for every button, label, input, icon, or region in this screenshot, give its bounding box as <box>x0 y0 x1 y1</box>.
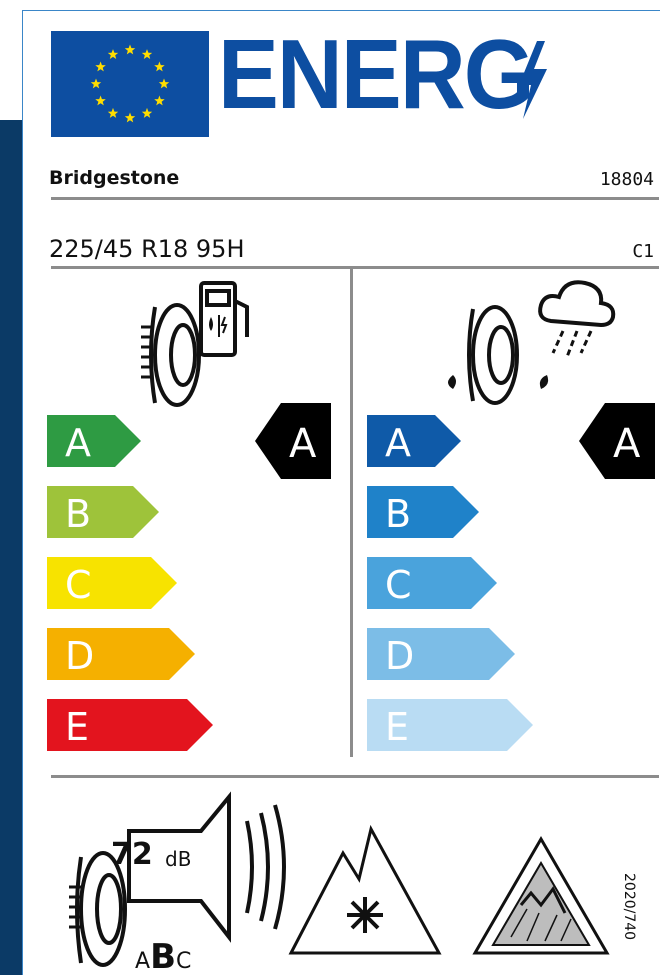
wet-grip-rating-letter: A <box>613 421 641 467</box>
fuel-class-c-label: C <box>65 563 92 607</box>
wet-grip-class-a-label: A <box>385 421 411 465</box>
snow-grip-icon <box>288 824 442 955</box>
noise-class-scale: ABC <box>135 937 191 977</box>
regulation-reference: 2020/740 <box>621 873 637 941</box>
fuel-rating-badge: A <box>255 403 331 479</box>
wet-grip-class-e-arrow: E <box>367 699 533 751</box>
supplier-name: Bridgestone <box>49 167 180 189</box>
noise-value: 72 <box>111 837 153 872</box>
type-identifier: 18804 <box>599 169 654 190</box>
eu-flag-icon <box>51 31 209 137</box>
wet-grip-class-b-arrow: B <box>367 486 479 538</box>
tyre-energy-label: ENERG Bridgestone 18804 225/45 R18 95H C… <box>22 10 660 977</box>
ice-grip-icon <box>472 836 610 955</box>
wet-grip-class-d-label: D <box>385 634 414 678</box>
lightning-bolt-icon <box>519 41 547 119</box>
noise-class-b: B <box>150 937 176 977</box>
fuel-class-d-label: D <box>65 634 94 678</box>
wet-grip-class-c-arrow: C <box>367 557 497 609</box>
fuel-efficiency-icon <box>141 281 249 407</box>
fuel-class-b-label: B <box>65 492 91 536</box>
wet-grip-class-b-label: B <box>385 492 411 536</box>
wet-grip-class-d-arrow: D <box>367 628 515 680</box>
divider-line <box>51 775 659 778</box>
wet-grip-rating-badge: A <box>579 403 655 479</box>
wet-grip-class-e-label: E <box>385 705 409 749</box>
noise-unit: dB <box>165 847 192 871</box>
fuel-class-a-label: A <box>65 421 91 465</box>
tyre-size-designation: 225/45 R18 95H <box>49 235 245 263</box>
fuel-class-e-label: E <box>65 705 89 749</box>
wet-grip-class-c-label: C <box>385 563 412 607</box>
noise-class-a: A <box>135 949 151 974</box>
fuel-class-a-arrow: A <box>47 415 141 467</box>
center-divider <box>350 269 353 757</box>
wet-grip-icon <box>448 280 616 405</box>
fuel-class-e-arrow: E <box>47 699 213 751</box>
fuel-rating-letter: A <box>289 421 317 467</box>
left-edge-bar <box>0 120 22 975</box>
divider-line <box>51 266 659 269</box>
wet-grip-class-a-arrow: A <box>367 415 461 467</box>
fuel-class-b-arrow: B <box>47 486 159 538</box>
energy-title: ENERG <box>218 19 535 129</box>
noise-class-c: C <box>175 949 192 974</box>
fuel-class-c-arrow: C <box>47 557 177 609</box>
divider-line <box>51 197 659 200</box>
fuel-class-d-arrow: D <box>47 628 195 680</box>
tyre-class: C1 <box>632 241 654 262</box>
